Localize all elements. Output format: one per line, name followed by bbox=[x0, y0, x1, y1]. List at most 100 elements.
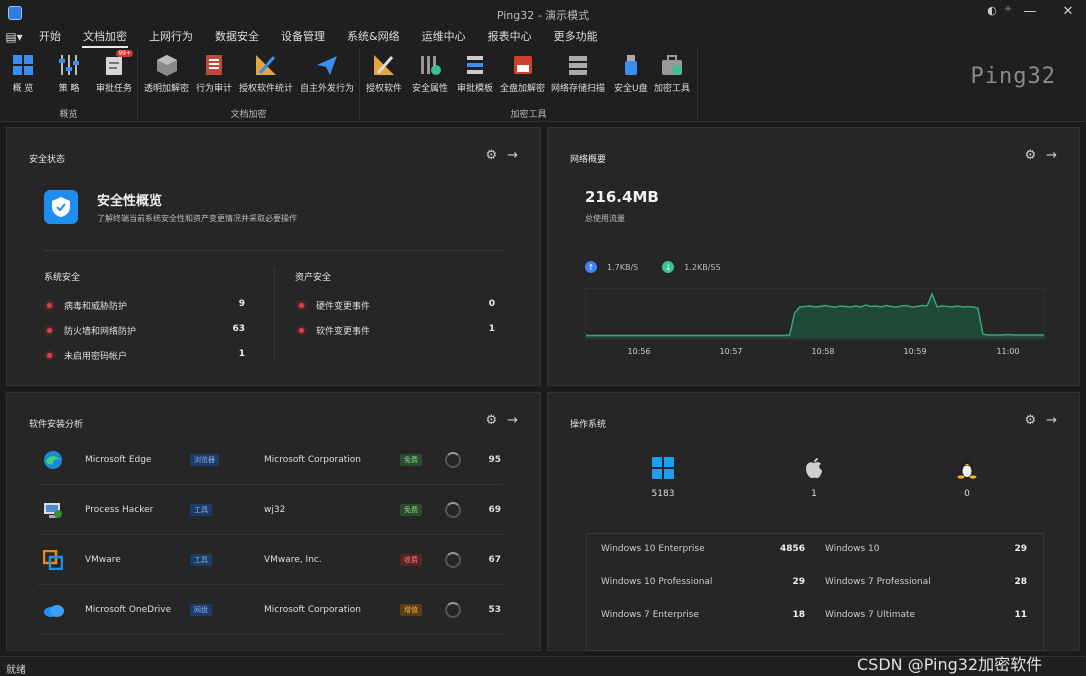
alert-dot-icon bbox=[47, 353, 52, 358]
table-row[interactable]: Microsoft Edge 浏览器 Microsoft Corporation 免费… bbox=[37, 435, 503, 485]
ribbon-group-tools: 授权软件 安全属性 审批模板 全盘加解密 网络存储扫描 安全U盘 加密工具 加密… bbox=[360, 48, 698, 122]
secure-usb-button[interactable]: 安全U盘 bbox=[614, 52, 648, 94]
outgoing-behavior-button[interactable]: 自主外发行为 bbox=[300, 52, 354, 94]
process-hacker-icon bbox=[43, 500, 65, 520]
list-item[interactable]: 病毒和威胁防护 bbox=[47, 299, 127, 312]
ribbon-toolbar: 概 览 策 略 99+ 审批任务 概览 透明加解密 行为审计 授权软件统计 自主… bbox=[0, 48, 1086, 122]
vmware-icon bbox=[43, 549, 65, 570]
alert-dot-icon bbox=[299, 303, 304, 308]
total-traffic-label: 总使用流量 bbox=[585, 214, 625, 223]
system-security-title: 系统安全 bbox=[44, 273, 81, 283]
category-badge: 工具 bbox=[190, 503, 212, 516]
full-disk-encrypt-button[interactable]: 全盘加解密 bbox=[500, 52, 545, 94]
arrow-right-icon[interactable]: → bbox=[507, 413, 518, 428]
cube-icon bbox=[154, 52, 180, 78]
list-item[interactable]: 未启用密码帐户 bbox=[47, 349, 127, 362]
send-icon bbox=[314, 52, 340, 78]
table-row[interactable]: Microsoft OneDrive 网盘 Microsoft Corporatio… bbox=[37, 585, 503, 635]
menu-item-2[interactable]: 上网行为 bbox=[148, 26, 194, 48]
behavior-audit-button[interactable]: 行为审计 bbox=[196, 52, 232, 94]
security-heading: 安全性概览 bbox=[97, 194, 163, 209]
traffic-area bbox=[586, 294, 1044, 338]
os-count: 28 bbox=[1014, 577, 1027, 587]
x-tick-label: 11:00 bbox=[996, 347, 1019, 356]
menu-item-3[interactable]: 数据安全 bbox=[214, 26, 260, 48]
network-storage-scan-button[interactable]: 网络存储扫描 bbox=[551, 52, 605, 94]
os-count: 18 bbox=[792, 610, 805, 620]
security-attr-button[interactable]: 安全属性 bbox=[412, 52, 448, 94]
gear-icon[interactable]: ⚙ bbox=[485, 148, 497, 163]
title-bar: Ping32 - 演示模式 ◐ ☀ — ✕ bbox=[0, 0, 1086, 26]
approval-icon: 99+ bbox=[101, 50, 133, 78]
policy-button[interactable]: 策 略 bbox=[56, 52, 82, 94]
security-panel: 安全状态 ⚙ → 安全性概览 了解终端当前系统安全性和资产变更情况并采取必要操作 … bbox=[6, 127, 541, 386]
alert-dot-icon bbox=[47, 303, 52, 308]
window-title: Ping32 - 演示模式 bbox=[496, 9, 590, 22]
sun-icon[interactable]: ☀ bbox=[998, 4, 1018, 15]
brand-logo: Ping32 bbox=[970, 64, 1056, 89]
arrow-right-icon[interactable]: → bbox=[507, 148, 518, 163]
software-name: VMware bbox=[85, 554, 121, 565]
menu-item-4[interactable]: 设备管理 bbox=[280, 26, 326, 48]
x-tick-label: 10:56 bbox=[627, 347, 650, 356]
os-count: 11 bbox=[1014, 610, 1027, 620]
upload-icon: ↑ bbox=[585, 261, 597, 273]
arrow-right-icon[interactable]: → bbox=[1046, 148, 1057, 163]
auth-software-stats-button[interactable]: 授权软件统计 bbox=[239, 52, 293, 94]
download-icon: ↓ bbox=[662, 261, 675, 273]
license-badge: 免费 bbox=[400, 503, 422, 516]
license-badge: 增值 bbox=[400, 603, 422, 616]
menu-item-1[interactable]: 文档加密 bbox=[82, 26, 128, 48]
category-badge: 工具 bbox=[190, 553, 212, 566]
license-badge: 免费 bbox=[400, 453, 422, 466]
menu-item-8[interactable]: 更多功能 bbox=[553, 26, 599, 48]
menu-item-7[interactable]: 报表中心 bbox=[487, 26, 533, 48]
gear-icon[interactable]: ⚙ bbox=[1024, 148, 1036, 163]
os-count: 4856 bbox=[779, 544, 805, 554]
app-menu-button[interactable]: ▤▾ bbox=[0, 26, 28, 48]
vendor: wj32 bbox=[264, 504, 286, 515]
disk-icon bbox=[510, 52, 536, 78]
minimize-button[interactable]: — bbox=[1020, 4, 1040, 19]
install-count: 53 bbox=[488, 604, 501, 615]
os-name: Windows 7 Professional bbox=[825, 577, 931, 587]
x-tick-label: 10:57 bbox=[719, 347, 742, 356]
table-row[interactable]: VMware 工具 VMware, Inc. 收费 67 bbox=[37, 535, 503, 585]
menu-item-0[interactable]: 开始 bbox=[38, 26, 62, 48]
menu-item-6[interactable]: 运维中心 bbox=[421, 26, 467, 48]
list-item[interactable]: 防火墙和网络防护 bbox=[47, 324, 136, 337]
toolbox-icon bbox=[659, 52, 685, 78]
auth-software-button[interactable]: 授权软件 bbox=[366, 52, 402, 94]
divider bbox=[44, 250, 504, 251]
linux-icon bbox=[957, 458, 977, 479]
count-value: 1 bbox=[488, 324, 495, 334]
menu-bar: ▤▾ 开始 文档加密 上网行为 数据安全 设备管理 系统&网络 运维中心 报表中心 更多功能 bbox=[0, 26, 1086, 48]
apple-icon bbox=[806, 458, 822, 479]
table-row[interactable]: Process Hacker 工具 wj32 免费 69 bbox=[37, 485, 503, 535]
grid-icon bbox=[10, 52, 36, 78]
arrow-right-icon[interactable]: → bbox=[1046, 413, 1057, 428]
os-count: 29 bbox=[792, 577, 805, 587]
close-button[interactable]: ✕ bbox=[1058, 4, 1078, 19]
overview-button[interactable]: 概 览 bbox=[10, 52, 36, 94]
props-icon bbox=[417, 52, 443, 78]
transparent-encrypt-button[interactable]: 透明加解密 bbox=[144, 52, 189, 94]
gear-icon[interactable]: ⚙ bbox=[1024, 413, 1036, 428]
audit-icon bbox=[201, 52, 227, 78]
os-table: Windows 10 Enterprise 4856 Windows 10 29 Win… bbox=[586, 533, 1044, 651]
install-count: 67 bbox=[488, 554, 501, 565]
gear-icon[interactable]: ⚙ bbox=[485, 413, 497, 428]
software-name: Microsoft OneDrive bbox=[85, 604, 172, 615]
os-name: Windows 7 Ultimate bbox=[825, 610, 916, 620]
approval-template-button[interactable]: 审批模板 bbox=[457, 52, 493, 94]
vendor: Microsoft Corporation bbox=[264, 604, 361, 615]
category-badge: 网盘 bbox=[190, 603, 212, 616]
approval-badge: 99+ bbox=[116, 50, 133, 57]
encryption-tools-button[interactable]: 加密工具 bbox=[654, 52, 690, 94]
panel-title: 网络概要 bbox=[570, 155, 607, 165]
approval-task-button[interactable]: 99+ 审批任务 bbox=[96, 50, 133, 94]
list-item[interactable]: 软件变更事件 bbox=[299, 324, 370, 337]
count-value: 1 bbox=[238, 349, 245, 359]
list-item[interactable]: 硬件变更事件 bbox=[299, 299, 370, 312]
menu-item-5[interactable]: 系统&网络 bbox=[346, 26, 401, 48]
